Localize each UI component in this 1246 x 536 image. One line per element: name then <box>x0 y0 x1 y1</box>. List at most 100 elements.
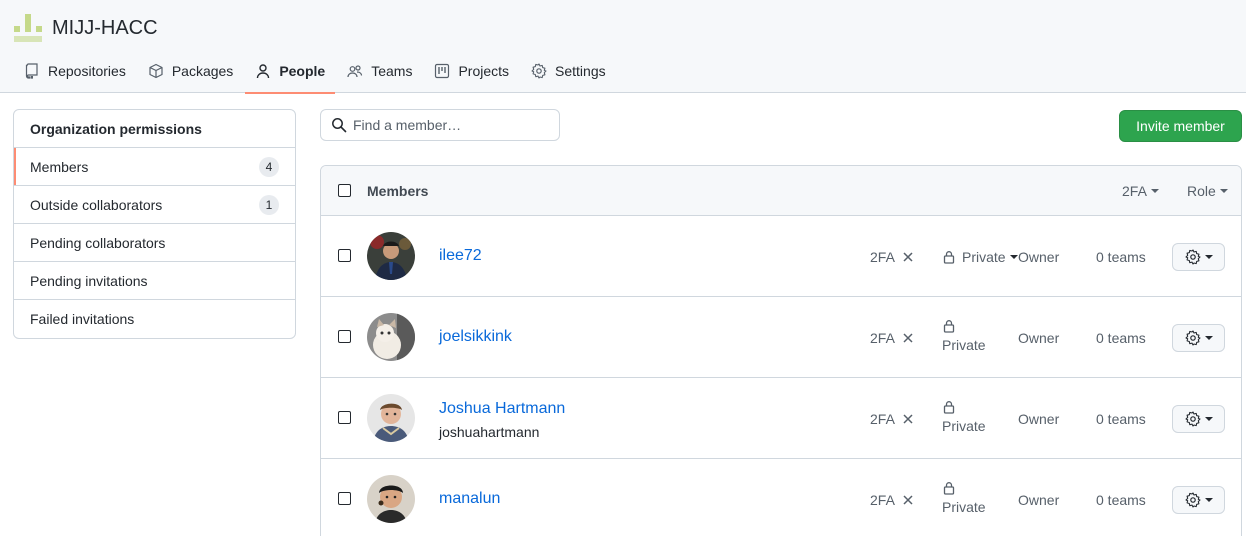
member-checkbox[interactable] <box>338 249 351 262</box>
member-checkbox[interactable] <box>338 492 351 505</box>
avatar[interactable] <box>367 232 415 280</box>
tab-settings[interactable]: Settings <box>521 48 616 93</box>
table-header: Members 2FA Role <box>321 166 1241 216</box>
invite-member-button[interactable]: Invite member <box>1119 110 1242 142</box>
sidebar-item-pending-invitations[interactable]: Pending invitations <box>14 262 295 300</box>
member-checkbox[interactable] <box>338 330 351 343</box>
member-teams-count[interactable]: 0 teams <box>1096 411 1146 427</box>
member-settings-button[interactable] <box>1172 486 1225 514</box>
filter-role-dropdown[interactable]: Role <box>1187 183 1228 199</box>
person-icon <box>257 63 270 78</box>
member-checkbox[interactable] <box>338 411 351 424</box>
caret-down-icon <box>1219 189 1228 193</box>
lock-icon <box>943 401 955 414</box>
visibility-label: Private <box>942 337 986 353</box>
sidebar-item-members[interactable]: Members 4 <box>14 148 295 186</box>
x-icon <box>903 495 913 505</box>
sidebar-heading: Organization permissions <box>14 110 295 148</box>
member-name-link[interactable]: manalun <box>439 490 500 508</box>
org-title-row: MIJJ-HACC <box>14 13 158 43</box>
twofa-label: 2FA <box>870 492 895 508</box>
visibility-status: Private <box>942 319 986 353</box>
repo-icon <box>25 62 38 79</box>
sidebar-item-outside-collaborators[interactable]: Outside collaborators 1 <box>14 186 295 224</box>
table-row: manalun 2FA Private Owner 0 teams <box>321 459 1241 536</box>
filter-2fa-dropdown[interactable]: 2FA <box>1122 183 1159 199</box>
sidebar-item-label: Pending collaborators <box>30 234 166 251</box>
sidebar-item-label: Pending invitations <box>30 272 148 289</box>
members-count-badge: 4 <box>259 156 279 177</box>
x-icon <box>903 252 913 262</box>
tab-people[interactable]: People <box>245 48 336 94</box>
visibility-status: Private <box>942 400 986 434</box>
permissions-sidebar: Organization permissions Members 4 Outsi… <box>13 109 296 339</box>
sidebar-item-label: Members <box>30 158 89 175</box>
visibility-label: Private <box>942 499 986 515</box>
tab-label: People <box>279 62 326 79</box>
twofa-label: 2FA <box>870 330 895 346</box>
caret-down-icon <box>1204 498 1213 502</box>
org-name[interactable]: MIJJ-HACC <box>52 17 158 40</box>
x-icon <box>903 333 913 343</box>
member-search-box <box>320 109 560 141</box>
avatar[interactable] <box>367 394 415 442</box>
member-name-link[interactable]: ilee72 <box>439 247 482 265</box>
gear-icon <box>1184 411 1201 427</box>
member-role: Owner <box>1018 411 1060 427</box>
member-login: joshuahartmann <box>439 424 540 440</box>
org-header: MIJJ-HACC Repositories Packages People T… <box>0 0 1246 94</box>
org-nav-tabs: Repositories Packages People Teams Proje… <box>14 48 618 94</box>
member-role: Owner <box>1018 492 1060 508</box>
tab-label: Repositories <box>48 62 126 79</box>
table-row: joelsikkink 2FA Private Owner 0 teams <box>321 297 1241 378</box>
tab-packages[interactable]: Packages <box>138 48 243 93</box>
lock-icon <box>943 482 955 495</box>
filter-2fa-label: 2FA <box>1122 183 1147 199</box>
table-row: Joshua Hartmann joshuahartmann 2FA Priva… <box>321 378 1241 459</box>
twofa-label: 2FA <box>870 249 895 265</box>
project-icon <box>435 63 450 78</box>
gear-icon <box>1184 249 1201 265</box>
member-settings-button[interactable] <box>1172 405 1225 433</box>
search-input[interactable] <box>353 117 543 133</box>
twofa-status: 2FA <box>870 330 913 346</box>
lock-icon <box>943 320 955 333</box>
avatar[interactable] <box>367 475 415 523</box>
table-title: Members <box>367 183 429 199</box>
member-teams-count[interactable]: 0 teams <box>1096 492 1146 508</box>
sidebar-item-pending-collaborators[interactable]: Pending collaborators <box>14 224 295 262</box>
select-all-checkbox[interactable] <box>338 184 351 197</box>
caret-down-icon <box>1009 255 1018 259</box>
gear-icon <box>531 62 547 79</box>
avatar[interactable] <box>367 313 415 361</box>
member-teams-count[interactable]: 0 teams <box>1096 330 1146 346</box>
twofa-status: 2FA <box>870 411 913 427</box>
member-role: Owner <box>1018 330 1060 346</box>
caret-down-icon <box>1150 189 1159 193</box>
tab-repositories[interactable]: Repositories <box>14 48 136 93</box>
visibility-label: Private <box>962 249 1006 265</box>
sidebar-item-failed-invitations[interactable]: Failed invitations <box>14 300 295 338</box>
member-settings-button[interactable] <box>1172 243 1225 271</box>
members-table: Members 2FA Role ilee72 2FA Private Owne… <box>320 165 1242 536</box>
tab-label: Projects <box>458 62 510 79</box>
twofa-label: 2FA <box>870 411 895 427</box>
visibility-dropdown[interactable]: Private <box>942 249 1018 265</box>
outside-collaborators-count-badge: 1 <box>259 194 279 215</box>
caret-down-icon <box>1204 417 1213 421</box>
org-avatar[interactable] <box>14 14 42 42</box>
tab-projects[interactable]: Projects <box>424 48 519 93</box>
package-icon <box>149 63 163 78</box>
member-teams-count[interactable]: 0 teams <box>1096 249 1146 265</box>
tab-teams[interactable]: Teams <box>337 48 422 93</box>
caret-down-icon <box>1204 255 1213 259</box>
visibility-status: Private <box>942 481 986 515</box>
tab-label: Teams <box>371 62 413 79</box>
x-icon <box>903 414 913 424</box>
sidebar-item-label: Outside collaborators <box>30 196 163 213</box>
tab-label: Settings <box>555 62 606 79</box>
member-settings-button[interactable] <box>1172 324 1225 352</box>
member-name-link[interactable]: Joshua Hartmann <box>439 400 565 418</box>
member-name-link[interactable]: joelsikkink <box>439 328 512 346</box>
tab-label: Packages <box>171 62 234 79</box>
